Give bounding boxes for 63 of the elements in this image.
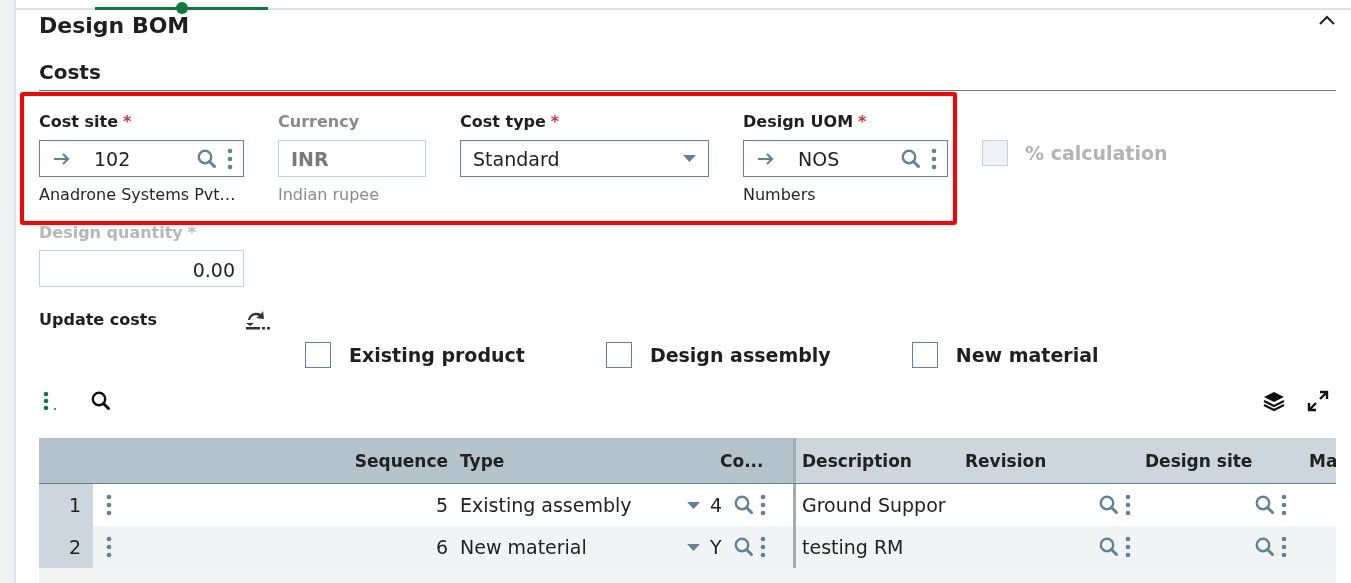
more-icon[interactable] bbox=[106, 494, 112, 516]
row-number: 1 bbox=[39, 484, 93, 526]
more-icon[interactable] bbox=[227, 147, 233, 170]
more-icon[interactable] bbox=[43, 391, 57, 411]
column-header[interactable]: Ma bbox=[1309, 450, 1336, 471]
checkbox[interactable] bbox=[305, 342, 331, 368]
column-header[interactable]: Co... bbox=[720, 450, 764, 471]
lookup-field[interactable]: NOS bbox=[743, 140, 948, 177]
group-title: Costs bbox=[39, 60, 102, 84]
field-label: Currency bbox=[278, 112, 360, 131]
required-mark: * bbox=[858, 112, 867, 131]
more-icon[interactable] bbox=[760, 536, 766, 558]
checkbox[interactable] bbox=[605, 342, 632, 368]
table-cell: Ground Suppor bbox=[802, 494, 946, 516]
field-description: Numbers bbox=[743, 185, 817, 204]
table-cell-text: Y bbox=[710, 536, 723, 558]
input-field: INR bbox=[278, 140, 426, 177]
field-label: Update costs bbox=[39, 309, 158, 329]
required-mark: * bbox=[187, 223, 197, 242]
checkbox-label: Existing product bbox=[349, 344, 525, 366]
more-icon[interactable] bbox=[931, 147, 937, 170]
checkbox[interactable] bbox=[911, 342, 938, 368]
tab-dot-icon bbox=[176, 2, 188, 14]
more-icon[interactable] bbox=[760, 494, 766, 516]
column-header[interactable]: Revision bbox=[965, 450, 1047, 471]
column-header[interactable]: Description bbox=[802, 450, 912, 471]
field-description: Anadrone Systems Pvt… bbox=[39, 185, 237, 204]
checkbox-label: Design assembly bbox=[649, 344, 831, 366]
more-icon[interactable] bbox=[1281, 494, 1287, 516]
lookup-field[interactable]: 102 bbox=[39, 140, 244, 177]
row-number: 2 bbox=[39, 526, 93, 568]
field-description: Indian rupee bbox=[278, 185, 381, 204]
more-icon[interactable] bbox=[106, 536, 112, 558]
dropdown-field[interactable]: Standard bbox=[460, 140, 709, 177]
chevron-icon[interactable] bbox=[1319, 15, 1335, 26]
required-mark: * bbox=[550, 112, 560, 131]
table-row[interactable]: 1 5 Existing assembly 4 Ground Suppor bbox=[39, 484, 1336, 526]
table-cell: 6 bbox=[435, 536, 448, 558]
field-label: Design quantity bbox=[39, 223, 183, 242]
caret-icon[interactable] bbox=[687, 501, 700, 509]
field-label: Design UOM bbox=[743, 112, 854, 131]
search-icon[interactable] bbox=[91, 391, 111, 411]
table-cell: 5 bbox=[435, 494, 448, 516]
field-label: Cost site bbox=[39, 112, 118, 131]
column-header[interactable]: Type bbox=[460, 450, 700, 471]
field-label: Cost type bbox=[460, 112, 546, 131]
section-title: Design BOM bbox=[39, 15, 190, 37]
table-cell: testing RM bbox=[802, 536, 904, 558]
table-cell-text: New material bbox=[460, 536, 588, 558]
more-icon[interactable] bbox=[1125, 494, 1131, 516]
checkbox-label: New material bbox=[955, 344, 1099, 366]
caret-icon[interactable] bbox=[683, 155, 696, 162]
expand-icon[interactable] bbox=[1307, 390, 1329, 412]
column-header[interactable]: Sequence bbox=[354, 450, 448, 471]
caret-icon[interactable] bbox=[687, 543, 700, 551]
table-cell-text: Existing assembly bbox=[460, 494, 633, 516]
layers-icon[interactable] bbox=[1263, 390, 1285, 412]
table-cell-text: 4 bbox=[710, 494, 724, 516]
more-icon[interactable] bbox=[1125, 536, 1131, 558]
required-mark: * bbox=[123, 112, 132, 131]
column-header[interactable]: Design site bbox=[1145, 450, 1253, 471]
checkbox-label: % calculation bbox=[1025, 142, 1168, 164]
more-icon[interactable] bbox=[1281, 536, 1287, 558]
